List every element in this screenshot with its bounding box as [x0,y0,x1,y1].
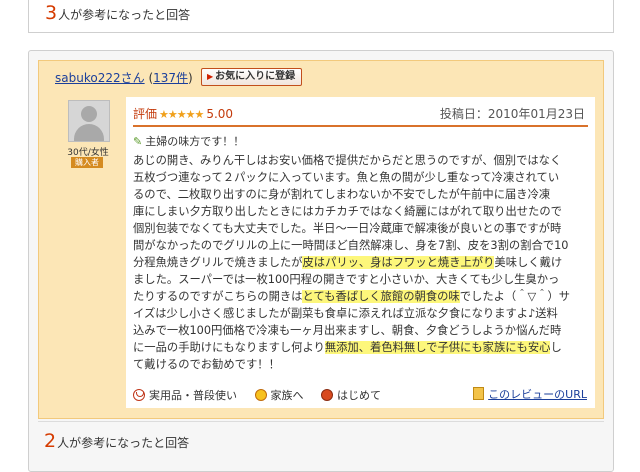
star-rating-icon: ★★★★★ [159,108,204,121]
review-line: ました。スーパーでは一枚100円程の開きですと小さいか、大きくても少し生臭かっ [133,271,593,288]
review-panel: sabuko222さん (137件) ▶ お気に入りに登録 30代/女性 購入者 … [38,60,604,419]
review-text-segment: 五枚づつ連なって２パックに入っています。魚と魚の間が少し重なって冷凍されてい [133,171,560,184]
review-text-segment: でしたよ（＾▽＾）サ [459,290,571,303]
avatar [68,100,110,142]
reviewer-name-link[interactable]: sabuko222さん [55,71,145,85]
triangle-icon: ▶ [207,72,214,81]
review-text-segment: るので、二枚取り出すのに身が割れてしまわないか不安でしたが午前中に届き冷凍 [133,188,551,201]
review-text-segment: イズは少し小さく感じましたが副菜も食卓に添えれば立派な夕食になりますよ♪送料 [133,307,558,320]
pencil-icon: ✎ [133,135,143,148]
highlighted-phrase: 無添加、着色料無しで子供にも家族にも安心 [324,341,551,354]
review-line: に一品の手助けにもなりますし何より無添加、着色料無しで子供にも家族にも安心し [133,339,593,356]
review-text-segment: 個別包装でなくても大丈夫でした。半日～一日冷蔵庫で解凍後が良いとの事ですが時 [133,222,562,235]
review-text-segment: 美味しく戴け [494,256,563,269]
review-text-segment: 間がなかったのでグリルの上に一時間ほど自然解凍し、身を7割、皮を3割の割合で10 [133,239,569,252]
helpful-count: 2人が参考になったと回答 [44,430,190,452]
review-line: あじの開き、みりん干しはお安い価格で提供だからだと思うのですが、個別ではなく [133,152,593,169]
highlighted-phrase: 皮はパリッ、身はフワッと焼き上がり [302,256,495,269]
review-line: 五枚づつ連なって２パックに入っています。魚と魚の間が少し重なって冷凍されてい [133,169,593,186]
purpose-icon [133,389,145,401]
review-body-box: 評価 ★★★★★ 5.00 投稿日：2010年01月23日 ✎ 主婦の味方です！！ あ… [126,97,595,408]
divider [38,421,604,422]
review-url-link[interactable]: このレビューのURL [473,386,587,402]
add-favorite-button[interactable]: ▶ お気に入りに登録 [201,68,303,86]
highlighted-phrase: とても香ばしく旅館の朝食の味 [302,290,460,303]
review-line: イズは少し小さく感じましたが副菜も食卓に添えれば立派な夕食になりますよ♪送料 [133,305,593,322]
tag-frequency: はじめて [321,389,381,402]
review-line: たりするのですがこちらの開きはとても香ばしく旅館の朝食の味でしたよ（＾▽＾）サ [133,288,593,305]
review-line: 庫にしまい夕方取り出したときにはカチカチではなく綺麗にはがれて取り出せたので [133,203,593,220]
divider [133,125,588,127]
reviewer-line: sabuko222さん (137件) [55,71,193,85]
buyer-badge: 購入者 [71,157,103,168]
review-text-segment: 庫にしまい夕方取り出したときにはカチカチではなく綺麗にはがれて取り出せたので [133,205,562,218]
review-text-segment: し [550,341,562,354]
review-text-segment: て戴けるのでお勧めです！！ [133,358,280,371]
review-text-segment: あじの開き、みりん干しはお安い価格で提供だからだと思うのですが、個別ではなく [133,154,562,167]
review-line: 間がなかったのでグリルの上に一時間ほど自然解凍し、身を7割、皮を3割の割合で10 [133,237,593,254]
review-count-link[interactable]: 137件 [153,71,188,85]
review-line: 個別包装でなくても大丈夫でした。半日～一日冷蔵庫で解凍後が良いとの事ですが時 [133,220,593,237]
tag-recipient: 家族へ [254,389,304,402]
family-icon [254,389,267,401]
review-text-segment: に一品の手助けにもなりますし何より [133,341,325,354]
review-text-segment: たりするのですがこちらの開きは [133,290,303,303]
rating: 評価 ★★★★★ 5.00 [133,107,234,121]
review-tags: 実用品・普段使い 家族へ はじめて [133,387,395,403]
posted-date: 投稿日：2010年01月23日 [439,107,585,121]
first-time-icon [321,389,333,401]
previous-review-footer: 3人が参考になったと回答 [28,0,614,33]
review-line: 分程魚焼きグリルで焼きましたが皮はパリッ、身はフワッと焼き上がり美味しく戴け [133,254,593,271]
review-text-segment: ました。スーパーでは一枚100円程の開きですと小さいか、大きくても少し生臭かっ [133,273,560,286]
review-title: ✎ 主婦の味方です！！ [133,135,245,148]
review-line: るので、二枚取り出すのに身が割れてしまわないか不安でしたが午前中に届き冷凍 [133,186,593,203]
tag-purpose: 実用品・普段使い [133,389,237,402]
review-text: あじの開き、みりん干しはお安い価格で提供だからだと思うのですが、個別ではなく 五枚… [133,152,593,373]
previous-helpful-count: 3人が参考になったと回答 [45,2,191,24]
review-line: て戴けるのでお勧めです！！ [133,356,593,373]
review-text-segment: 分程魚焼きグリルで焼きましたが [133,256,303,269]
document-icon [473,387,485,400]
review-text-segment: 込みで一枚100円価格で冷凍も一ヶ月出来ますし、朝食、夕食どうしようか悩んだ時 [133,324,562,337]
review-line: 込みで一枚100円価格で冷凍も一ヶ月出来ますし、朝食、夕食どうしようか悩んだ時 [133,322,593,339]
